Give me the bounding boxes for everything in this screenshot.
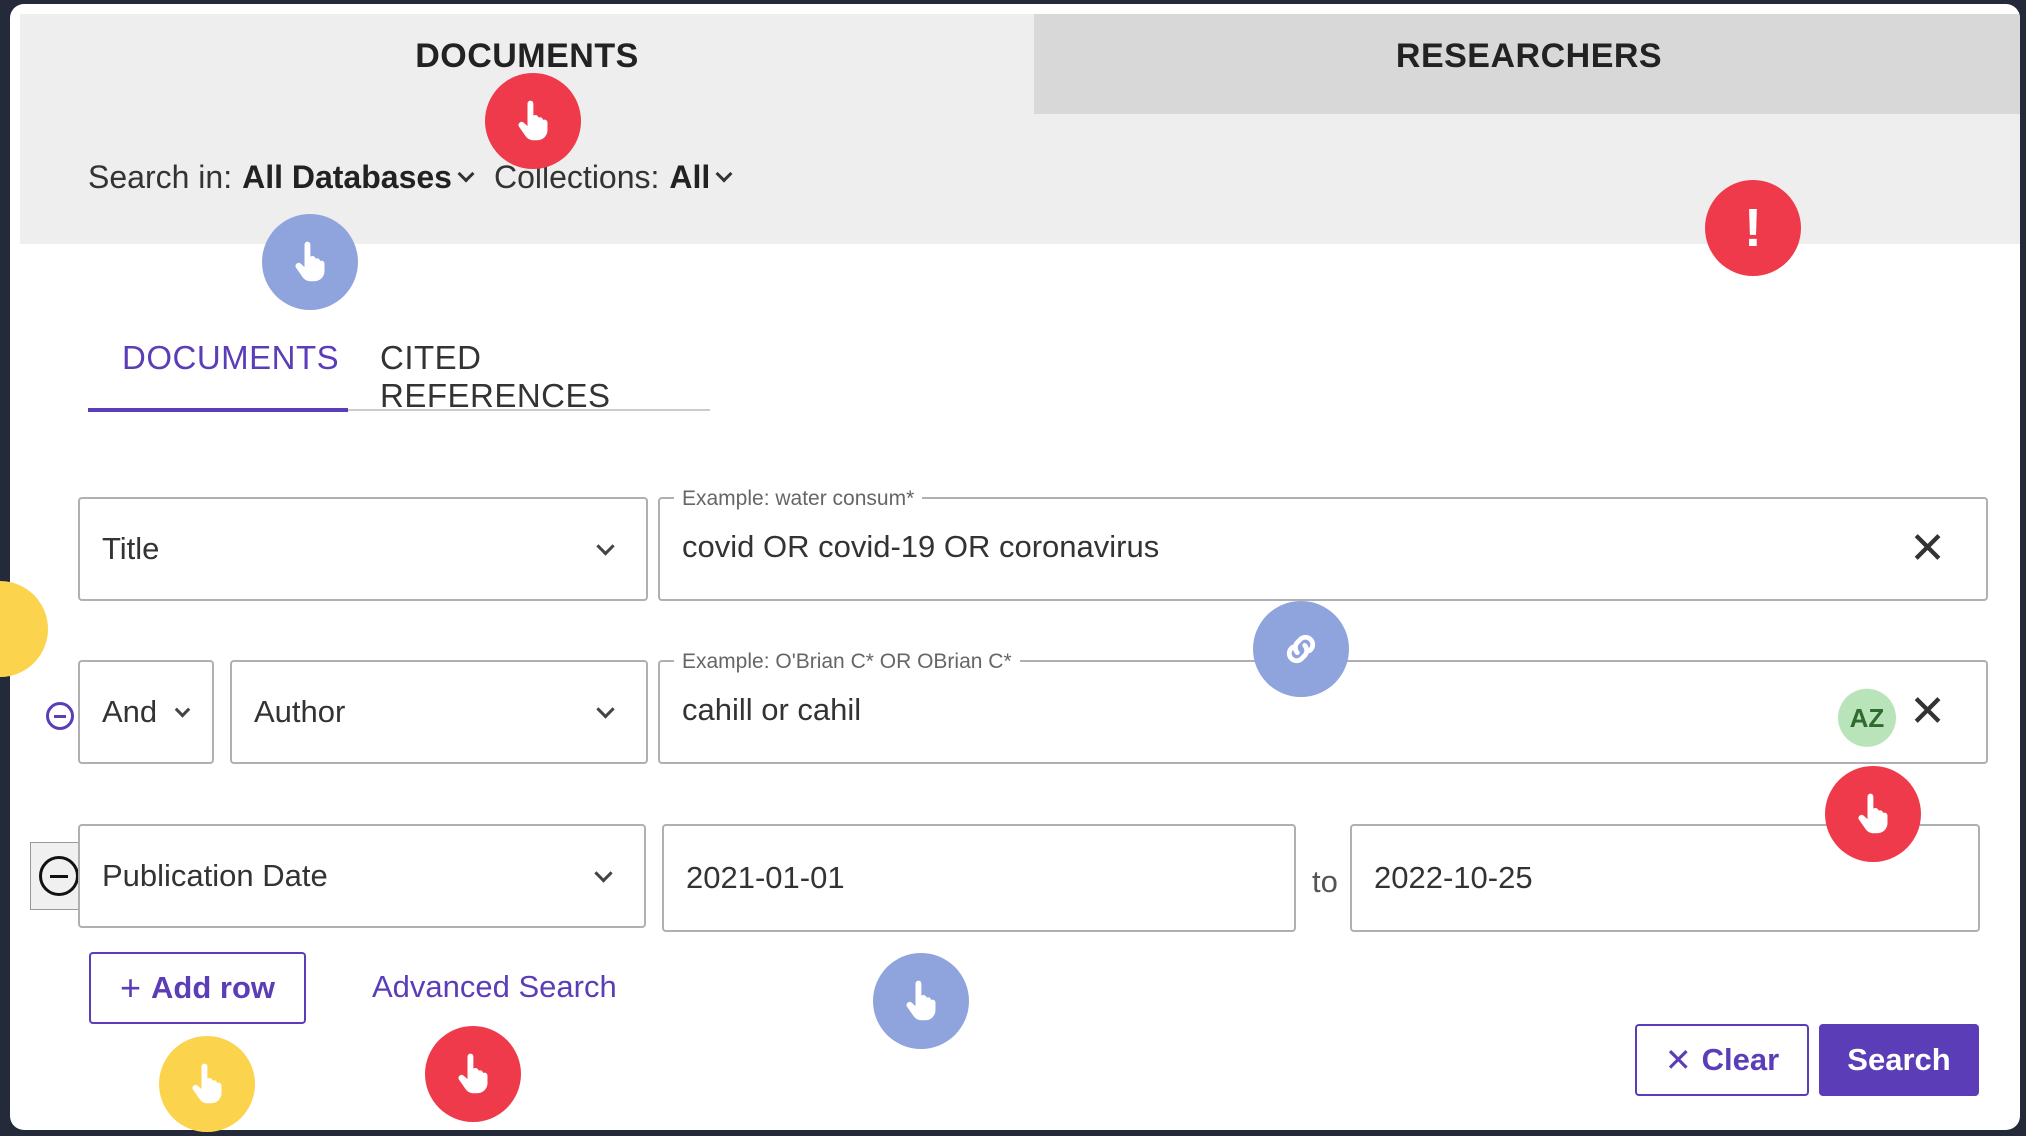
exclamation-icon: ! <box>1705 180 1801 276</box>
sub-tab-bar: DOCUMENTS CITED REFERENCES <box>88 329 710 414</box>
field-select-publication-date[interactable]: Publication Date <box>78 824 646 928</box>
input-legend: Example: O'Brian C* OR OBrian C* <box>674 650 1020 674</box>
search-button[interactable]: Search <box>1819 1024 1979 1096</box>
chevron-down-icon <box>715 165 733 182</box>
search-in-dropdown[interactable]: Search in: All Databases <box>88 159 475 196</box>
minus-circle-icon <box>39 856 79 896</box>
hand-pointer-icon <box>873 953 969 1049</box>
field-select-value: Title <box>102 531 160 566</box>
clear-label: Clear <box>1701 1042 1780 1077</box>
chevron-down-icon <box>596 537 615 556</box>
hand-pointer-icon <box>262 214 358 310</box>
hand-pointer-icon <box>425 1026 521 1122</box>
add-row-button[interactable]: + Add row <box>89 952 306 1024</box>
date-from-value: 2021-01-01 <box>686 860 845 895</box>
subtab-documents[interactable]: DOCUMENTS <box>122 339 339 377</box>
plus-icon: + <box>119 967 142 1008</box>
query-value: covid OR covid-19 OR coronavirus <box>682 529 1160 564</box>
hand-pointer-icon <box>1825 766 1921 862</box>
date-to-value: 2022-10-25 <box>1374 860 1533 895</box>
chevron-down-icon <box>594 864 613 883</box>
hand-pointer-icon <box>159 1036 255 1132</box>
chevron-down-icon <box>596 700 615 719</box>
subtab-cited-references[interactable]: CITED REFERENCES <box>380 339 710 415</box>
query-value: cahill or cahil <box>682 692 862 727</box>
chevron-down-icon <box>174 702 191 718</box>
author-index-icon[interactable]: AZ <box>1838 688 1896 747</box>
search-panel: DOCUMENTS RESEARCHERS Search in: All Dat… <box>10 4 2020 1130</box>
operator-value: And <box>102 694 158 729</box>
field-select-value: Publication Date <box>102 858 328 893</box>
chevron-down-icon <box>457 165 475 182</box>
field-select-value: Author <box>254 694 346 729</box>
field-select-title[interactable]: Title <box>78 497 648 601</box>
minus-circle-icon[interactable] <box>46 702 74 730</box>
input-legend: Example: water consum* <box>674 487 923 511</box>
field-select-author[interactable]: Author <box>230 660 648 764</box>
top-tab-bar: DOCUMENTS RESEARCHERS <box>20 14 2020 114</box>
tab-researchers[interactable]: RESEARCHERS <box>1034 14 2020 114</box>
title-query-input[interactable]: Example: water consum* covid OR covid-19… <box>658 487 1988 601</box>
close-icon[interactable]: ✕ <box>1909 690 1946 734</box>
search-in-label: Search in: <box>88 159 233 195</box>
active-tab-indicator <box>88 408 348 412</box>
hand-pointer-icon <box>485 73 581 169</box>
close-icon: ✕ <box>1664 1042 1692 1078</box>
date-from-input[interactable]: 2021-01-01 <box>662 824 1296 932</box>
collections-value: All <box>669 159 711 195</box>
operator-select[interactable]: And <box>78 660 214 764</box>
clear-button[interactable]: ✕ Clear <box>1635 1024 1809 1096</box>
date-range-to-label: to <box>1312 864 1338 899</box>
advanced-search-link[interactable]: Advanced Search <box>372 969 617 1005</box>
link-icon <box>1253 601 1349 697</box>
search-in-value: All Databases <box>242 159 452 195</box>
close-icon[interactable]: ✕ <box>1909 527 1946 571</box>
add-row-label: Add row <box>151 970 276 1005</box>
